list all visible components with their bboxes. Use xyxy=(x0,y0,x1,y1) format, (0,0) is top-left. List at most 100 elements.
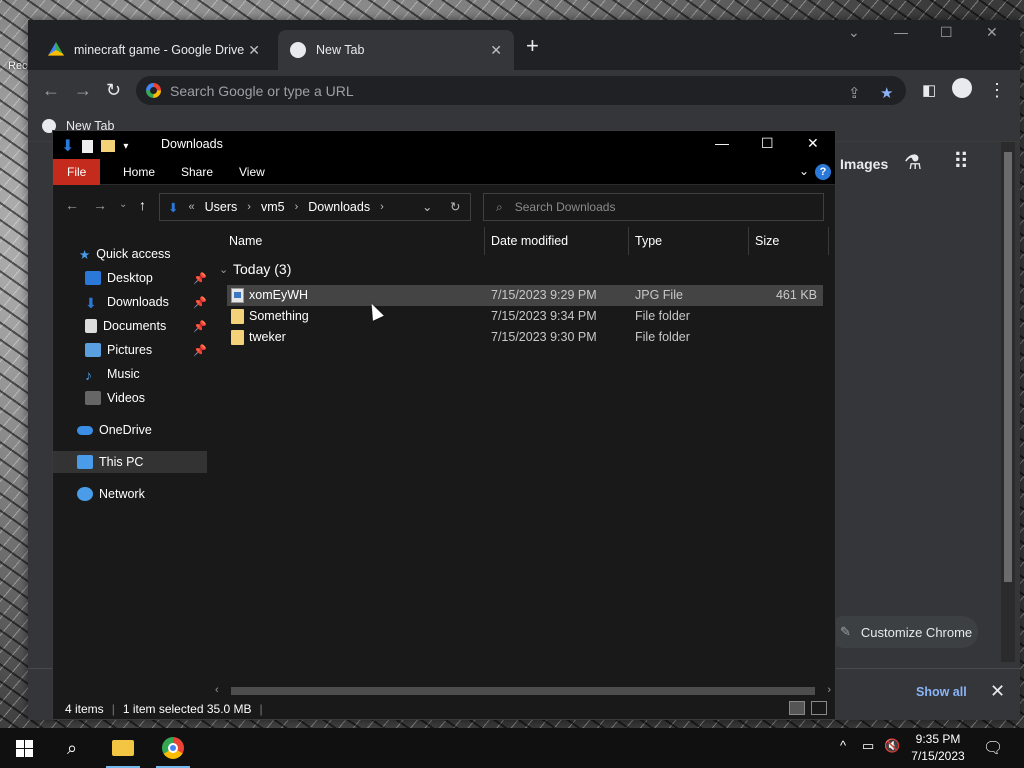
chrome-scrollbar[interactable] xyxy=(1001,142,1015,662)
table-row[interactable]: tweker 7/15/2023 9:30 PM File folder xyxy=(227,327,823,348)
nav-videos[interactable]: Videos xyxy=(85,387,145,409)
volume-muted-icon[interactable]: 🔇 xyxy=(884,738,900,754)
images-link[interactable]: Images xyxy=(840,156,888,172)
search-downloads-input[interactable]: ⌕ Search Downloads xyxy=(483,193,824,221)
status-divider: | xyxy=(111,702,115,716)
column-header-size[interactable]: Size xyxy=(749,227,829,255)
share-icon[interactable]: ⇪ xyxy=(848,84,861,102)
group-collapse-icon[interactable]: ⌄ xyxy=(219,263,228,276)
nav-desktop[interactable]: Desktop 📌 xyxy=(85,267,209,289)
nav-music[interactable]: ♪ Music xyxy=(85,363,140,385)
horizontal-scrollbar[interactable]: ‹ › xyxy=(211,683,835,699)
tab-file[interactable]: File xyxy=(53,159,101,185)
reload-icon[interactable]: ↻ xyxy=(106,80,121,101)
column-header-type[interactable]: Type xyxy=(629,227,749,255)
close-window-button[interactable]: ✕ xyxy=(986,24,998,41)
pin-icon: 📌 xyxy=(193,344,207,357)
search-icon: ⌕ xyxy=(496,199,503,214)
properties-icon[interactable] xyxy=(82,139,94,153)
nav-label: Desktop xyxy=(107,271,153,285)
network-status-icon[interactable]: ▭ xyxy=(862,738,874,754)
tab-close-icon[interactable]: ✕ xyxy=(248,42,260,59)
explorer-minimize-button[interactable]: — xyxy=(715,135,729,151)
new-tab-button[interactable]: + xyxy=(526,34,539,58)
nav-this-pc[interactable]: This PC xyxy=(53,451,207,473)
file-name: xomEyWH xyxy=(249,288,309,302)
tab-close-icon[interactable]: ✕ xyxy=(490,42,502,59)
search-placeholder: Search Downloads xyxy=(514,200,616,214)
chrome-menu-icon[interactable]: ⋮ xyxy=(988,80,1006,101)
tab-home[interactable]: Home xyxy=(109,159,169,185)
taskbar: ⌕ ^ ▭ 🔇 9:35 PM 7/15/2023 🗨 xyxy=(0,728,1024,768)
help-icon[interactable]: ? xyxy=(815,164,831,180)
back-arrow-icon[interactable]: ← xyxy=(65,197,79,213)
explorer-close-button[interactable]: ✕ xyxy=(807,135,819,152)
explorer-maximize-button[interactable]: ☐ xyxy=(761,135,774,152)
address-overflow[interactable]: « xyxy=(188,201,194,213)
apps-grid-icon[interactable]: ⠿ xyxy=(953,149,969,175)
table-row[interactable]: xomEyWH 7/15/2023 9:29 PM JPG File 461 K… xyxy=(227,285,823,306)
forward-arrow-icon[interactable]: → xyxy=(74,80,92,101)
scroll-left-icon[interactable]: ‹ xyxy=(215,684,219,696)
clock-date: 7/15/2023 xyxy=(911,749,965,763)
download-bar-close-icon[interactable]: ✕ xyxy=(990,681,1005,702)
address-dropdown-icon[interactable]: ⌄ xyxy=(422,199,432,214)
chevron-right-icon[interactable]: › xyxy=(295,201,299,213)
nav-downloads[interactable]: ⬇ Downloads 📌 xyxy=(85,291,209,313)
breadcrumb-downloads[interactable]: Downloads xyxy=(308,200,370,214)
large-icons-view-icon[interactable] xyxy=(811,701,827,715)
table-row[interactable]: Something 7/15/2023 9:34 PM File folder xyxy=(227,306,823,327)
scroll-thumb[interactable] xyxy=(231,687,815,695)
search-icon[interactable]: ⌕ xyxy=(58,734,86,762)
tab-view[interactable]: View xyxy=(225,159,279,185)
column-header-date[interactable]: Date modified xyxy=(485,227,629,255)
back-arrow-icon[interactable]: ← xyxy=(42,80,60,101)
refresh-icon[interactable]: ↻ xyxy=(450,199,460,214)
start-button[interactable] xyxy=(12,734,36,762)
bookmark-star-icon[interactable]: ★ xyxy=(880,84,893,102)
music-note-icon: ♪ xyxy=(85,367,92,383)
computer-icon xyxy=(77,455,93,469)
show-all-button[interactable]: Show all xyxy=(916,685,967,699)
profile-avatar-icon[interactable] xyxy=(952,78,972,103)
show-hidden-icons-icon[interactable]: ^ xyxy=(840,738,846,753)
new-folder-icon[interactable] xyxy=(101,140,116,152)
tab-search-icon[interactable]: ⌄ xyxy=(848,24,860,41)
up-arrow-icon[interactable]: ↑ xyxy=(139,197,146,213)
minimize-button[interactable]: — xyxy=(894,24,908,40)
forward-arrow-icon[interactable]: → xyxy=(93,197,107,213)
expand-ribbon-icon[interactable]: ⌄ xyxy=(799,164,809,178)
chrome-taskbar-icon[interactable] xyxy=(158,734,188,762)
nav-onedrive[interactable]: OneDrive xyxy=(77,419,152,441)
pin-icon: 📌 xyxy=(193,296,207,309)
maximize-button[interactable]: ☐ xyxy=(940,24,953,41)
chevron-right-icon[interactable]: › xyxy=(247,201,251,213)
nav-documents[interactable]: Documents 📌 xyxy=(85,315,209,337)
explorer-title-bar: ⬇ ▾ Downloads — ☐ ✕ xyxy=(53,131,835,159)
nav-network[interactable]: Network xyxy=(77,483,145,505)
desktop-icon-label[interactable]: Rec xyxy=(8,60,28,72)
tab-google-drive[interactable]: minecraft game - Google Drive ✕ xyxy=(36,30,272,70)
side-panel-icon[interactable]: ◧ xyxy=(922,81,936,99)
column-header-name[interactable]: Name xyxy=(211,227,485,255)
breadcrumb-users[interactable]: Users xyxy=(205,200,238,214)
customize-chrome-button[interactable]: ✎ Customize Chrome xyxy=(828,616,978,648)
chevron-right-icon[interactable]: › xyxy=(380,201,384,213)
system-clock[interactable]: 9:35 PM 7/15/2023 xyxy=(908,731,968,765)
details-view-icon[interactable] xyxy=(789,701,805,715)
nav-pictures[interactable]: Pictures 📌 xyxy=(85,339,209,361)
labs-flask-icon[interactable]: ⚗ xyxy=(904,150,922,175)
breadcrumb-vm5[interactable]: vm5 xyxy=(261,200,285,214)
file-explorer-taskbar-icon[interactable] xyxy=(108,734,138,762)
group-header-today[interactable]: Today (3) xyxy=(233,261,291,277)
scroll-right-icon[interactable]: › xyxy=(827,684,831,696)
recent-locations-icon[interactable]: ⌄ xyxy=(119,199,127,210)
address-bar[interactable]: ⬇ « Users › vm5 › Downloads › ⌄ ↻ xyxy=(159,193,471,221)
tab-share[interactable]: Share xyxy=(167,159,227,185)
tab-new-tab[interactable]: New Tab ✕ xyxy=(278,30,514,70)
nav-quick-access[interactable]: ★ Quick access xyxy=(79,243,171,265)
omnibox[interactable]: Search Google or type a URL ⇪ ★ xyxy=(136,76,906,105)
customize-qat-icon[interactable]: ▾ xyxy=(123,141,128,152)
item-count: 4 items xyxy=(65,702,104,716)
notifications-icon[interactable]: 🗨 xyxy=(983,738,1003,758)
